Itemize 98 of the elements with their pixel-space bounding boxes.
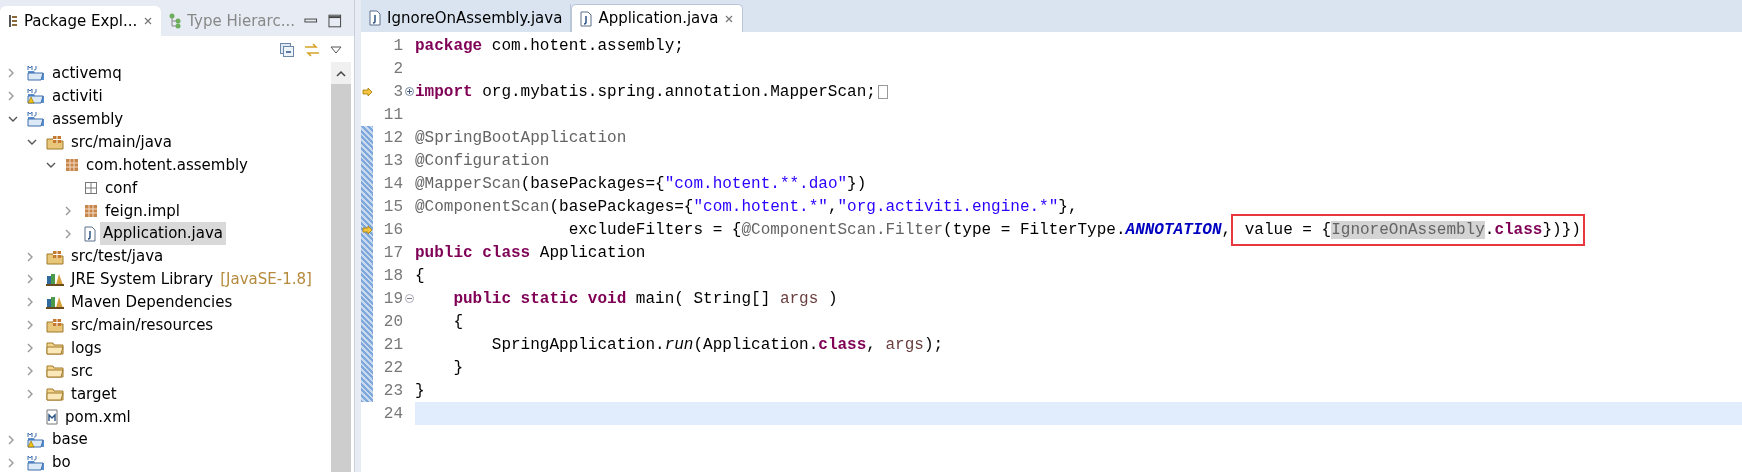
code-line: import org.mybatis.spring.annotation.MapperScan;: [415, 81, 876, 103]
hierarchy-icon: [169, 13, 182, 29]
line-number: 1: [392, 37, 403, 54]
code-line: SpringApplication.run(Application.class, args);: [490, 334, 944, 356]
tree-item[interactable]: bo: [49, 451, 74, 472]
package-explorer-icon: [8, 14, 18, 28]
package-icon: [65, 158, 79, 172]
collapse-all-icon[interactable]: [280, 43, 294, 57]
library-books-icon: [46, 272, 64, 287]
code-line: public static void main( String[] args ): [452, 288, 838, 310]
folder-icon: [46, 341, 64, 356]
tree-item[interactable]: src/test/java: [68, 245, 167, 268]
chevron-right-icon[interactable]: [27, 366, 34, 376]
tree-item[interactable]: Maven Dependencies: [68, 291, 236, 314]
code-line: {: [415, 265, 425, 287]
view-menu-icon[interactable]: [330, 46, 342, 54]
line-number: 2: [392, 60, 403, 77]
view-tab[interactable]: Package Expl...: [0, 6, 162, 36]
line-number: 16: [382, 221, 403, 238]
line-number: 20: [382, 313, 403, 330]
expand-icon[interactable]: [404, 87, 414, 96]
code-line: @MapperScan(basePackages={"com.hotent.**.dao"}): [415, 173, 867, 195]
chevron-right-icon[interactable]: [8, 68, 15, 79]
code-line: @SpringBootApplication: [415, 127, 627, 149]
java-file-icon: [580, 10, 593, 27]
chevron-right-icon[interactable]: [27, 297, 34, 308]
tree-item[interactable]: src/main/java: [68, 130, 175, 154]
chevron-down-icon[interactable]: [27, 138, 37, 146]
tree-item[interactable]: src: [68, 359, 96, 383]
chevron-right-icon[interactable]: [8, 91, 15, 102]
tree-item[interactable]: com.hotent.assembly: [83, 153, 251, 177]
line-number: 13: [382, 152, 403, 169]
line-number: 3: [392, 83, 403, 100]
highlight-box: value = {IgnoreOnAssembly.class})}): [1231, 213, 1585, 246]
chevron-right-icon[interactable]: [65, 205, 72, 216]
tree-item[interactable]: activemq: [49, 62, 125, 85]
line-number: 18: [382, 267, 403, 284]
package-folder-icon: [46, 134, 64, 151]
code-line: excludeFilters = {@ComponentScan.Filter(type = FilterType.ANNOTATION,: [567, 219, 1232, 241]
line-number: 15: [382, 198, 403, 215]
scrollbar[interactable]: [331, 62, 351, 472]
line-number: 23: [382, 382, 403, 399]
folded-code-icon[interactable]: [877, 84, 888, 99]
chevron-right-icon[interactable]: [27, 274, 34, 285]
code-line: @Configuration: [415, 150, 550, 172]
line-number: 24: [382, 405, 403, 422]
folder-icon: [46, 386, 64, 401]
minimize-icon[interactable]: [302, 16, 319, 26]
xml-file-icon: [46, 408, 58, 425]
line-number: 17: [382, 244, 403, 261]
tree-item[interactable]: conf: [102, 176, 141, 200]
tree-item[interactable]: Application.java: [100, 222, 226, 245]
line-number: 14: [382, 175, 403, 192]
java-file-icon: [369, 10, 381, 26]
chevron-down-icon[interactable]: [46, 161, 56, 169]
library-books-icon: [46, 295, 64, 310]
package-folder-icon: [46, 248, 64, 265]
chevron-down-icon[interactable]: [8, 115, 18, 123]
chevron-right-icon[interactable]: [27, 251, 34, 262]
tree-item[interactable]: pom.xml: [62, 405, 134, 429]
tree-item-decoration: [JavaSE-1.8]: [219, 269, 312, 291]
code-line: }: [415, 380, 425, 402]
chevron-right-icon[interactable]: [8, 434, 15, 445]
package-folder-icon: [46, 317, 64, 334]
tree-item[interactable]: base: [49, 428, 91, 451]
tree-item[interactable]: assembly: [49, 107, 127, 131]
code-line: }: [452, 357, 463, 379]
code-line: {: [452, 311, 463, 333]
tree-item[interactable]: src/main/resources: [68, 314, 217, 337]
tree-item[interactable]: logs: [68, 336, 105, 360]
editor-tab[interactable]: IgnoreOnAssembly.java: [361, 4, 572, 32]
line-number: 12: [382, 129, 403, 146]
line-number: 21: [382, 336, 403, 353]
chevron-right-icon[interactable]: [27, 343, 34, 354]
tree-item[interactable]: activiti: [49, 85, 106, 108]
chevron-right-icon[interactable]: [27, 388, 34, 399]
empty-package-icon: [84, 180, 98, 195]
close-icon[interactable]: [143, 16, 154, 26]
collapse-icon[interactable]: [404, 294, 414, 303]
java-file-icon: [84, 225, 96, 242]
tree-item[interactable]: feign.impl: [102, 199, 183, 223]
maximize-icon[interactable]: [328, 14, 342, 28]
chevron-right-icon[interactable]: [8, 457, 15, 468]
code-line: public class Application: [415, 242, 646, 264]
tree-item[interactable]: target: [68, 382, 120, 406]
chevron-right-icon[interactable]: [27, 320, 34, 331]
link-arrows-icon[interactable]: [304, 43, 320, 57]
line-number: 19: [382, 290, 403, 307]
tree-item[interactable]: JRE System Library: [68, 268, 217, 291]
chevron-right-icon[interactable]: [65, 228, 72, 239]
close-icon[interactable]: [724, 13, 735, 24]
line-number: 22: [382, 359, 403, 376]
code-line: @ComponentScan(basePackages={"com.hotent.*","org.activiti.engine.*"},: [415, 196, 1078, 218]
package-icon: [84, 203, 98, 218]
editor-tab[interactable]: Application.java: [571, 4, 744, 32]
folder-icon: [46, 364, 64, 378]
line-number: 11: [382, 106, 403, 123]
code-line: package com.hotent.assembly;: [415, 35, 684, 57]
